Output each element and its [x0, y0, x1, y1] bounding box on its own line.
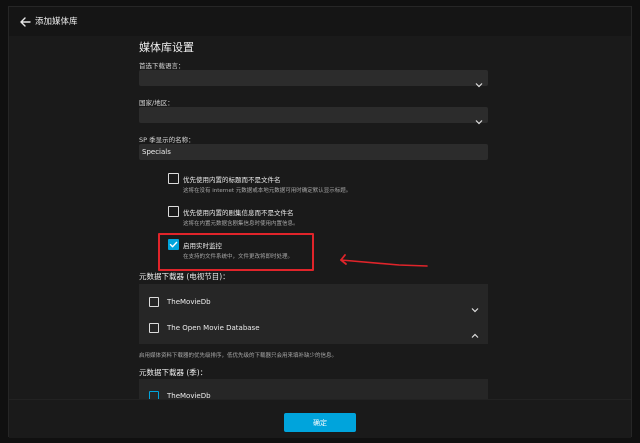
prefer-embedded-episode-checkbox[interactable] — [168, 206, 179, 217]
annotation-arrow-icon — [340, 254, 428, 267]
country-label: 国家/地区： — [139, 99, 174, 107]
downloader-label: The Open Movie Database — [167, 324, 260, 332]
downloader-priority-hint: 启用媒体资料下载器的优先级排序，低优先级的下载器只会用来填补缺少的信息。 — [139, 353, 338, 359]
list-item[interactable]: TheMovieDb — [139, 290, 488, 316]
section-title: 媒体库设置 — [139, 41, 194, 54]
prefer-embedded-title-desc: 这将在没有 internet 元数据或本地元数据可用时确定默认显示标题。 — [183, 188, 352, 194]
season-downloaders-heading: 元数据下载器 (季)： — [139, 368, 208, 377]
dialog-footer: 确定 — [9, 399, 631, 438]
tv-downloaders-list: TheMovieDb The Open Movie Database — [139, 284, 488, 344]
prefer-embedded-episode-label: 优先使用内置的剧集信息而不是文件名 — [183, 209, 294, 217]
country-select[interactable] — [139, 107, 488, 125]
prefer-embedded-title-label: 优先使用内置的标题而不是文件名 — [183, 176, 281, 184]
language-label: 首选下载语言： — [139, 62, 185, 70]
dialog-header: 添加媒体库 — [9, 7, 631, 36]
confirm-button[interactable]: 确定 — [284, 413, 356, 432]
chevron-down-icon — [475, 74, 483, 88]
downloader-checkbox[interactable] — [149, 323, 159, 333]
downloader-checkbox[interactable] — [149, 297, 159, 307]
prefer-embedded-title-checkbox[interactable] — [168, 173, 179, 184]
sp-season-label: SP 季显示的名称： — [139, 136, 195, 144]
chevron-up-icon[interactable] — [471, 325, 479, 338]
sp-season-name-input[interactable]: Specials — [139, 144, 488, 160]
tv-downloaders-heading: 元数据下载器 (电视节目)： — [139, 272, 230, 281]
dialog-title: 添加媒体库 — [35, 17, 78, 27]
scrollbar-track[interactable] — [625, 36, 631, 399]
chevron-down-icon — [475, 111, 483, 125]
prefer-embedded-episode-desc: 这将在内置元数据含剧集信息时使用内置信息。 — [183, 221, 299, 227]
language-select[interactable] — [139, 70, 488, 88]
downloader-label: TheMovieDb — [167, 298, 211, 306]
library-settings-content: 媒体库设置 首选下载语言： 国家/地区： SP 季显示的名称： Specials… — [130, 36, 490, 404]
back-arrow-icon[interactable] — [18, 14, 32, 28]
annotation-highlight-box — [158, 233, 314, 271]
chevron-down-icon[interactable] — [471, 299, 479, 313]
list-item[interactable]: The Open Movie Database — [139, 316, 488, 342]
add-library-dialog: 添加媒体库 媒体库设置 首选下载语言： 国家/地区： SP 季显示的名称： Sp… — [8, 6, 632, 438]
